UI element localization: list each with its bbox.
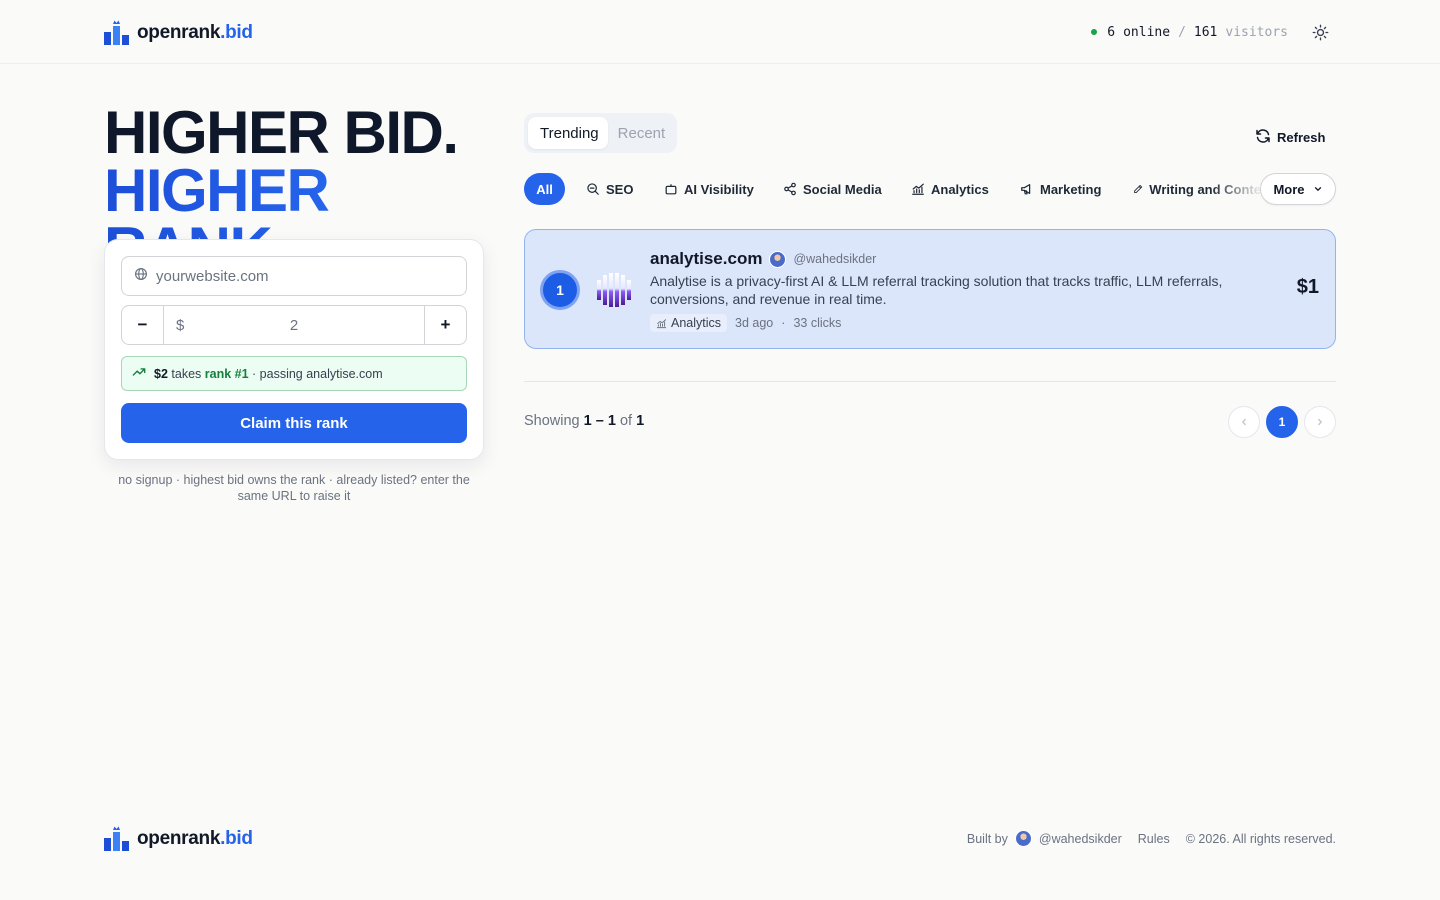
online-count: 6 bbox=[1107, 24, 1116, 40]
bid-form-card: − $ 2 + $2 takes rank #1 · passing analy… bbox=[104, 239, 484, 460]
bid-amount-value: 2 bbox=[289, 316, 299, 334]
listing-description: Analytise is a privacy-first AI & LLM re… bbox=[650, 273, 1223, 307]
built-by-label: Built by bbox=[966, 831, 1008, 846]
showing-range: 1 – 1 bbox=[583, 413, 616, 429]
claim-rank-button[interactable]: Claim this rank bbox=[121, 403, 467, 443]
form-footnote: no signup · highest bid owns the rank · … bbox=[118, 473, 470, 503]
tab-trending[interactable]: Trending bbox=[528, 117, 608, 149]
listing-meta: Analytics 3d ago · 33 clicks bbox=[650, 314, 841, 332]
category-social-media[interactable]: Social Media bbox=[783, 173, 882, 205]
refresh-label: Refresh bbox=[1277, 130, 1326, 145]
previous-page-button[interactable] bbox=[1228, 406, 1260, 438]
online-indicator-dot bbox=[1091, 29, 1098, 35]
built-by: Built by @wahedsikder bbox=[967, 830, 1122, 847]
share-icon bbox=[784, 182, 796, 196]
url-field[interactable] bbox=[121, 256, 467, 296]
increment-button[interactable]: + bbox=[424, 306, 466, 344]
chevron-down-icon bbox=[1314, 187, 1321, 192]
logo-podium-icon bbox=[104, 20, 129, 45]
bid-amount-stepper: − $ 2 + bbox=[121, 305, 467, 345]
category-label: AI Visibility bbox=[684, 181, 754, 197]
presence-stats: 6 online / 161 visitors bbox=[1091, 22, 1330, 42]
tab-recent[interactable]: Recent bbox=[610, 117, 674, 149]
category-label: Analytics bbox=[931, 181, 989, 197]
sun-icon[interactable] bbox=[1310, 22, 1330, 42]
showing-of: of bbox=[619, 413, 633, 429]
more-label: More bbox=[1273, 181, 1305, 197]
rules-link[interactable]: Rules bbox=[1138, 832, 1170, 846]
site-favicon bbox=[594, 270, 634, 310]
category-analytics[interactable]: Analytics bbox=[911, 173, 989, 205]
hint-takes: takes bbox=[171, 366, 202, 381]
next-page-button[interactable] bbox=[1304, 406, 1336, 438]
category-all[interactable]: All bbox=[524, 173, 565, 205]
pencil-icon bbox=[1134, 185, 1143, 193]
showing-prefix: Showing bbox=[524, 413, 580, 429]
refresh-button[interactable]: Refresh bbox=[1255, 128, 1325, 147]
category-filter-bar: All SEO AI Visibility Social Media Analy… bbox=[524, 173, 1336, 205]
showing-total: 1 bbox=[636, 413, 645, 429]
page-button-current[interactable]: 1 bbox=[1266, 406, 1298, 438]
brand-logo[interactable]: openrank.bid bbox=[104, 20, 253, 45]
bot-icon bbox=[665, 184, 677, 195]
listing-category-chip[interactable]: Analytics bbox=[650, 314, 728, 332]
category-label: Marketing bbox=[1040, 181, 1102, 197]
listing-author-handle[interactable]: @wahedsikder bbox=[793, 252, 876, 266]
hint-amount: $2 bbox=[154, 366, 168, 381]
results-summary: Showing 1 – 1 of 1 bbox=[524, 413, 644, 429]
listing-age: 3d ago bbox=[735, 316, 774, 330]
avatar bbox=[1014, 830, 1032, 847]
copyright: © 2026. All rights reserved. bbox=[1185, 831, 1336, 846]
footer-links: Built by @wahedsikder Rules © 2026. All … bbox=[967, 830, 1336, 847]
decrement-button[interactable]: − bbox=[122, 306, 164, 344]
pagination: 1 bbox=[1228, 406, 1336, 438]
brand-name: openrank.bid bbox=[137, 21, 253, 43]
divider bbox=[524, 381, 1336, 382]
url-input[interactable] bbox=[156, 267, 446, 285]
meta-dot: · bbox=[781, 316, 786, 330]
rank-badge: 1 bbox=[540, 270, 580, 310]
category-label: Writing and Conte bbox=[1149, 181, 1261, 197]
footer-brand-logo[interactable]: openrank.bid bbox=[104, 826, 253, 851]
chevron-right-icon bbox=[1318, 418, 1323, 426]
listing-clicks: 33 clicks bbox=[793, 316, 842, 330]
category-seo[interactable]: SEO bbox=[586, 173, 633, 205]
chart-line-icon bbox=[656, 318, 667, 328]
listing-domain-link[interactable]: analytise.com bbox=[650, 249, 762, 269]
bid-amount-field[interactable]: $ 2 bbox=[164, 306, 424, 344]
category-writing[interactable]: Writing and Conte bbox=[1133, 173, 1261, 205]
trending-up-icon bbox=[132, 365, 146, 382]
more-categories-button[interactable]: More bbox=[1260, 173, 1336, 205]
category-marketing[interactable]: Marketing bbox=[1020, 173, 1101, 205]
refresh-icon bbox=[1255, 128, 1271, 147]
chart-line-icon bbox=[912, 183, 924, 195]
logo-podium-icon bbox=[104, 826, 129, 851]
search-icon bbox=[587, 183, 599, 195]
stats-separator: / bbox=[1178, 24, 1186, 40]
hero-line-1: HIGHER BID. bbox=[104, 99, 459, 166]
rank-preview-hint: $2 takes rank #1 · passing analytise.com bbox=[121, 356, 467, 391]
chevron-left-icon bbox=[1241, 418, 1246, 426]
avatar bbox=[769, 250, 787, 268]
listing-category: Analytics bbox=[671, 316, 722, 330]
category-ai-visibility[interactable]: AI Visibility bbox=[664, 173, 754, 205]
feed-sort-tabs: Trending Recent bbox=[524, 113, 677, 153]
category-label: SEO bbox=[606, 181, 634, 197]
online-label: online bbox=[1123, 24, 1171, 40]
author-link[interactable]: @wahedsikder bbox=[1039, 832, 1122, 846]
top-bar: openrank.bid 6 online / 161 visitors bbox=[0, 0, 1440, 64]
listing-bid-price: $1 bbox=[1296, 276, 1319, 298]
listing-card[interactable]: 1 analytise.com @wahedsikder Analytise i… bbox=[524, 229, 1336, 349]
category-label: Social Media bbox=[803, 181, 882, 197]
footer-brand-name: openrank.bid bbox=[137, 827, 253, 849]
hint-rank: rank #1 bbox=[204, 366, 249, 381]
hint-passing: · passing analytise.com bbox=[252, 366, 383, 381]
globe-icon bbox=[134, 267, 148, 286]
visitor-label: visitors bbox=[1225, 24, 1288, 40]
megaphone-icon bbox=[1021, 184, 1031, 195]
visitor-count: 161 bbox=[1193, 24, 1218, 40]
